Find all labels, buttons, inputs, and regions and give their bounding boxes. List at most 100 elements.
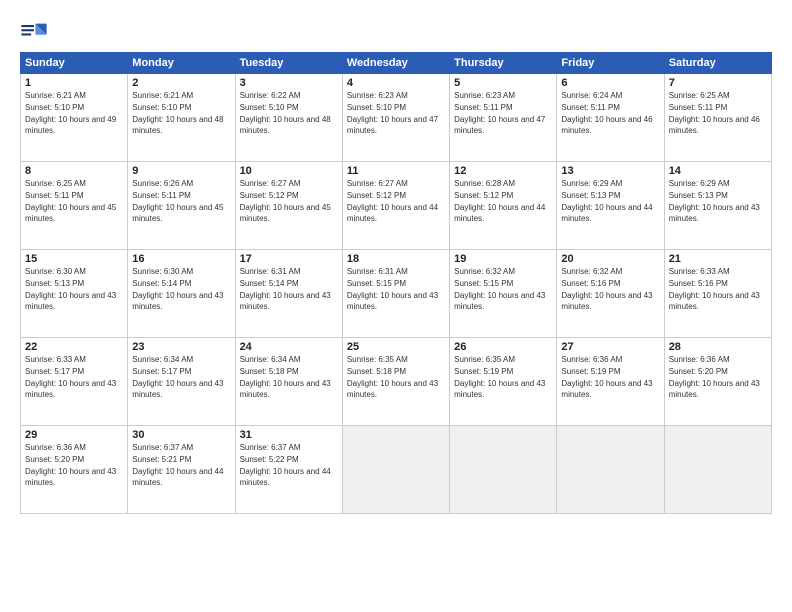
- logo: [20, 18, 52, 46]
- weekday-header-friday: Friday: [557, 53, 664, 74]
- calendar-cell: 1 Sunrise: 6:21 AMSunset: 5:10 PMDayligh…: [21, 74, 128, 162]
- calendar-cell: 7 Sunrise: 6:25 AMSunset: 5:11 PMDayligh…: [664, 74, 771, 162]
- day-info: Sunrise: 6:30 AMSunset: 5:13 PMDaylight:…: [25, 267, 116, 311]
- calendar-table: SundayMondayTuesdayWednesdayThursdayFrid…: [20, 52, 772, 514]
- day-number: 31: [240, 429, 338, 441]
- day-number: 25: [347, 341, 445, 353]
- day-number: 10: [240, 165, 338, 177]
- calendar-cell: [342, 426, 449, 514]
- day-info: Sunrise: 6:37 AMSunset: 5:22 PMDaylight:…: [240, 443, 331, 487]
- calendar-cell: 12 Sunrise: 6:28 AMSunset: 5:12 PMDaylig…: [450, 162, 557, 250]
- week-row-1: 1 Sunrise: 6:21 AMSunset: 5:10 PMDayligh…: [21, 74, 772, 162]
- day-info: Sunrise: 6:22 AMSunset: 5:10 PMDaylight:…: [240, 91, 331, 135]
- calendar-cell: 30 Sunrise: 6:37 AMSunset: 5:21 PMDaylig…: [128, 426, 235, 514]
- day-number: 26: [454, 341, 552, 353]
- day-info: Sunrise: 6:24 AMSunset: 5:11 PMDaylight:…: [561, 91, 652, 135]
- calendar-cell: 22 Sunrise: 6:33 AMSunset: 5:17 PMDaylig…: [21, 338, 128, 426]
- weekday-header-tuesday: Tuesday: [235, 53, 342, 74]
- day-info: Sunrise: 6:35 AMSunset: 5:18 PMDaylight:…: [347, 355, 438, 399]
- day-number: 29: [25, 429, 123, 441]
- day-info: Sunrise: 6:31 AMSunset: 5:14 PMDaylight:…: [240, 267, 331, 311]
- calendar-cell: 27 Sunrise: 6:36 AMSunset: 5:19 PMDaylig…: [557, 338, 664, 426]
- calendar-cell: 4 Sunrise: 6:23 AMSunset: 5:10 PMDayligh…: [342, 74, 449, 162]
- day-number: 7: [669, 77, 767, 89]
- day-number: 12: [454, 165, 552, 177]
- day-number: 16: [132, 253, 230, 265]
- day-number: 5: [454, 77, 552, 89]
- day-info: Sunrise: 6:29 AMSunset: 5:13 PMDaylight:…: [669, 179, 760, 223]
- day-info: Sunrise: 6:23 AMSunset: 5:11 PMDaylight:…: [454, 91, 545, 135]
- day-info: Sunrise: 6:34 AMSunset: 5:17 PMDaylight:…: [132, 355, 223, 399]
- day-info: Sunrise: 6:29 AMSunset: 5:13 PMDaylight:…: [561, 179, 652, 223]
- calendar-cell: 2 Sunrise: 6:21 AMSunset: 5:10 PMDayligh…: [128, 74, 235, 162]
- day-number: 30: [132, 429, 230, 441]
- day-number: 2: [132, 77, 230, 89]
- calendar-cell: 9 Sunrise: 6:26 AMSunset: 5:11 PMDayligh…: [128, 162, 235, 250]
- day-info: Sunrise: 6:23 AMSunset: 5:10 PMDaylight:…: [347, 91, 438, 135]
- calendar-cell: 6 Sunrise: 6:24 AMSunset: 5:11 PMDayligh…: [557, 74, 664, 162]
- calendar-cell: 3 Sunrise: 6:22 AMSunset: 5:10 PMDayligh…: [235, 74, 342, 162]
- calendar-cell: 8 Sunrise: 6:25 AMSunset: 5:11 PMDayligh…: [21, 162, 128, 250]
- day-number: 8: [25, 165, 123, 177]
- calendar-cell: 11 Sunrise: 6:27 AMSunset: 5:12 PMDaylig…: [342, 162, 449, 250]
- header: [20, 18, 772, 46]
- day-number: 1: [25, 77, 123, 89]
- day-number: 11: [347, 165, 445, 177]
- calendar-cell: 25 Sunrise: 6:35 AMSunset: 5:18 PMDaylig…: [342, 338, 449, 426]
- day-number: 18: [347, 253, 445, 265]
- week-row-4: 22 Sunrise: 6:33 AMSunset: 5:17 PMDaylig…: [21, 338, 772, 426]
- calendar-cell: [664, 426, 771, 514]
- day-number: 15: [25, 253, 123, 265]
- calendar-cell: 24 Sunrise: 6:34 AMSunset: 5:18 PMDaylig…: [235, 338, 342, 426]
- day-info: Sunrise: 6:37 AMSunset: 5:21 PMDaylight:…: [132, 443, 223, 487]
- day-info: Sunrise: 6:28 AMSunset: 5:12 PMDaylight:…: [454, 179, 545, 223]
- day-number: 17: [240, 253, 338, 265]
- day-info: Sunrise: 6:36 AMSunset: 5:20 PMDaylight:…: [25, 443, 116, 487]
- day-number: 14: [669, 165, 767, 177]
- day-number: 24: [240, 341, 338, 353]
- day-info: Sunrise: 6:27 AMSunset: 5:12 PMDaylight:…: [240, 179, 331, 223]
- weekday-header-wednesday: Wednesday: [342, 53, 449, 74]
- day-number: 28: [669, 341, 767, 353]
- weekday-header-saturday: Saturday: [664, 53, 771, 74]
- calendar-cell: [450, 426, 557, 514]
- day-info: Sunrise: 6:30 AMSunset: 5:14 PMDaylight:…: [132, 267, 223, 311]
- day-info: Sunrise: 6:32 AMSunset: 5:16 PMDaylight:…: [561, 267, 652, 311]
- day-info: Sunrise: 6:31 AMSunset: 5:15 PMDaylight:…: [347, 267, 438, 311]
- day-number: 9: [132, 165, 230, 177]
- day-number: 13: [561, 165, 659, 177]
- day-number: 3: [240, 77, 338, 89]
- day-info: Sunrise: 6:27 AMSunset: 5:12 PMDaylight:…: [347, 179, 438, 223]
- calendar-cell: 28 Sunrise: 6:36 AMSunset: 5:20 PMDaylig…: [664, 338, 771, 426]
- week-row-5: 29 Sunrise: 6:36 AMSunset: 5:20 PMDaylig…: [21, 426, 772, 514]
- calendar-cell: 19 Sunrise: 6:32 AMSunset: 5:15 PMDaylig…: [450, 250, 557, 338]
- day-number: 21: [669, 253, 767, 265]
- calendar-cell: 18 Sunrise: 6:31 AMSunset: 5:15 PMDaylig…: [342, 250, 449, 338]
- calendar-cell: 21 Sunrise: 6:33 AMSunset: 5:16 PMDaylig…: [664, 250, 771, 338]
- calendar-cell: 23 Sunrise: 6:34 AMSunset: 5:17 PMDaylig…: [128, 338, 235, 426]
- calendar-cell: 20 Sunrise: 6:32 AMSunset: 5:16 PMDaylig…: [557, 250, 664, 338]
- calendar-cell: 16 Sunrise: 6:30 AMSunset: 5:14 PMDaylig…: [128, 250, 235, 338]
- page: SundayMondayTuesdayWednesdayThursdayFrid…: [0, 0, 792, 612]
- day-info: Sunrise: 6:35 AMSunset: 5:19 PMDaylight:…: [454, 355, 545, 399]
- day-info: Sunrise: 6:36 AMSunset: 5:19 PMDaylight:…: [561, 355, 652, 399]
- day-info: Sunrise: 6:36 AMSunset: 5:20 PMDaylight:…: [669, 355, 760, 399]
- day-info: Sunrise: 6:25 AMSunset: 5:11 PMDaylight:…: [25, 179, 116, 223]
- weekday-header-monday: Monday: [128, 53, 235, 74]
- logo-icon: [20, 18, 48, 46]
- calendar-cell: 17 Sunrise: 6:31 AMSunset: 5:14 PMDaylig…: [235, 250, 342, 338]
- calendar-cell: 31 Sunrise: 6:37 AMSunset: 5:22 PMDaylig…: [235, 426, 342, 514]
- calendar-cell: 13 Sunrise: 6:29 AMSunset: 5:13 PMDaylig…: [557, 162, 664, 250]
- day-info: Sunrise: 6:25 AMSunset: 5:11 PMDaylight:…: [669, 91, 760, 135]
- calendar-cell: 29 Sunrise: 6:36 AMSunset: 5:20 PMDaylig…: [21, 426, 128, 514]
- day-number: 6: [561, 77, 659, 89]
- calendar-cell: 5 Sunrise: 6:23 AMSunset: 5:11 PMDayligh…: [450, 74, 557, 162]
- calendar-cell: 10 Sunrise: 6:27 AMSunset: 5:12 PMDaylig…: [235, 162, 342, 250]
- day-info: Sunrise: 6:21 AMSunset: 5:10 PMDaylight:…: [25, 91, 116, 135]
- day-number: 4: [347, 77, 445, 89]
- day-info: Sunrise: 6:26 AMSunset: 5:11 PMDaylight:…: [132, 179, 223, 223]
- calendar-cell: 14 Sunrise: 6:29 AMSunset: 5:13 PMDaylig…: [664, 162, 771, 250]
- weekday-header-row: SundayMondayTuesdayWednesdayThursdayFrid…: [21, 53, 772, 74]
- calendar-cell: 26 Sunrise: 6:35 AMSunset: 5:19 PMDaylig…: [450, 338, 557, 426]
- calendar-cell: [557, 426, 664, 514]
